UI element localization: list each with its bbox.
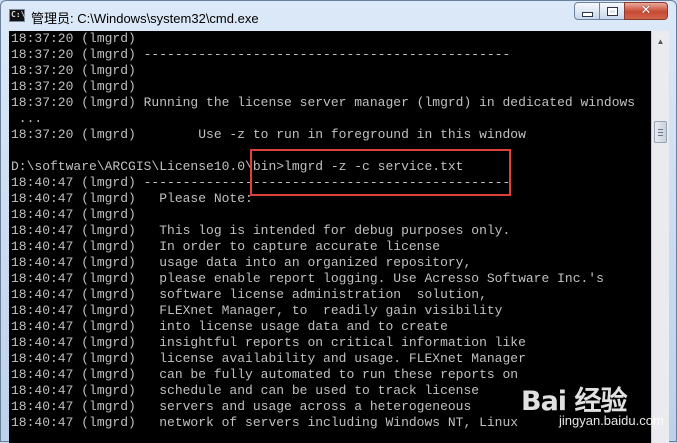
console-line: 18:40:47 (lmgrd) software license admini…: [11, 287, 487, 302]
console-line: 18:37:20 (lmgrd) Running the license ser…: [11, 95, 636, 110]
minimize-icon: [581, 11, 593, 17]
console-line: 18:37:20 (lmgrd) Use -z to run in foregr…: [11, 127, 526, 142]
baidu-watermark: Bai 经验 jingyan.baidu.com: [521, 379, 671, 439]
grip-line: [658, 135, 663, 136]
grip-line: [658, 132, 663, 133]
window-controls: ✕: [574, 2, 668, 20]
console-line: 18:40:47 (lmgrd) usage data into an orga…: [11, 255, 472, 270]
console-line: 18:40:47 (lmgrd) In order to capture acc…: [11, 239, 441, 254]
console-line: 18:40:47 (lmgrd) please enable report lo…: [11, 271, 604, 286]
minimize-button[interactable]: [574, 2, 600, 20]
scrollbar-thumb[interactable]: [654, 121, 667, 143]
close-icon: ✕: [640, 3, 652, 18]
grip-line: [658, 129, 663, 130]
console-line: 18:40:47 (lmgrd) insightful reports on c…: [11, 335, 526, 350]
close-button[interactable]: ✕: [624, 2, 668, 20]
console-line: 18:40:47 (lmgrd) license availability an…: [11, 351, 526, 366]
console-line: ...: [11, 111, 43, 126]
console-line: 18:37:20 (lmgrd) -----------------------…: [11, 47, 511, 62]
command-highlight-box: [250, 149, 511, 196]
console-line: 18:37:20 (lmgrd): [11, 79, 136, 94]
console-line: 18:37:20 (lmgrd): [11, 63, 136, 78]
cmd-app-icon[interactable]: C:\: [9, 9, 25, 22]
console-line: 18:40:47 (lmgrd) FLEXnet Manager, to rea…: [11, 303, 503, 318]
window-title: 管理员: C:\Windows\system32\cmd.exe: [31, 11, 259, 26]
console-line: 18:40:47 (lmgrd) This log is intended fo…: [11, 223, 511, 238]
cmd-icon-text: C:\: [11, 10, 26, 19]
console-line: 18:40:47 (lmgrd) into license usage data…: [11, 319, 448, 334]
console-line: 18:40:47 (lmgrd): [11, 207, 136, 222]
scroll-up-icon[interactable]: ▲: [652, 33, 669, 50]
watermark-url: jingyan.baidu.com: [559, 413, 664, 428]
title-bar[interactable]: C:\ 管理员: C:\Windows\system32\cmd.exe ✕: [1, 1, 676, 31]
cmd-window: C:\ 管理员: C:\Windows\system32\cmd.exe ✕ 1…: [0, 0, 677, 443]
maximize-button[interactable]: [599, 2, 625, 20]
console-line: 18:37:20 (lmgrd): [11, 31, 136, 46]
maximize-icon: [606, 6, 618, 16]
